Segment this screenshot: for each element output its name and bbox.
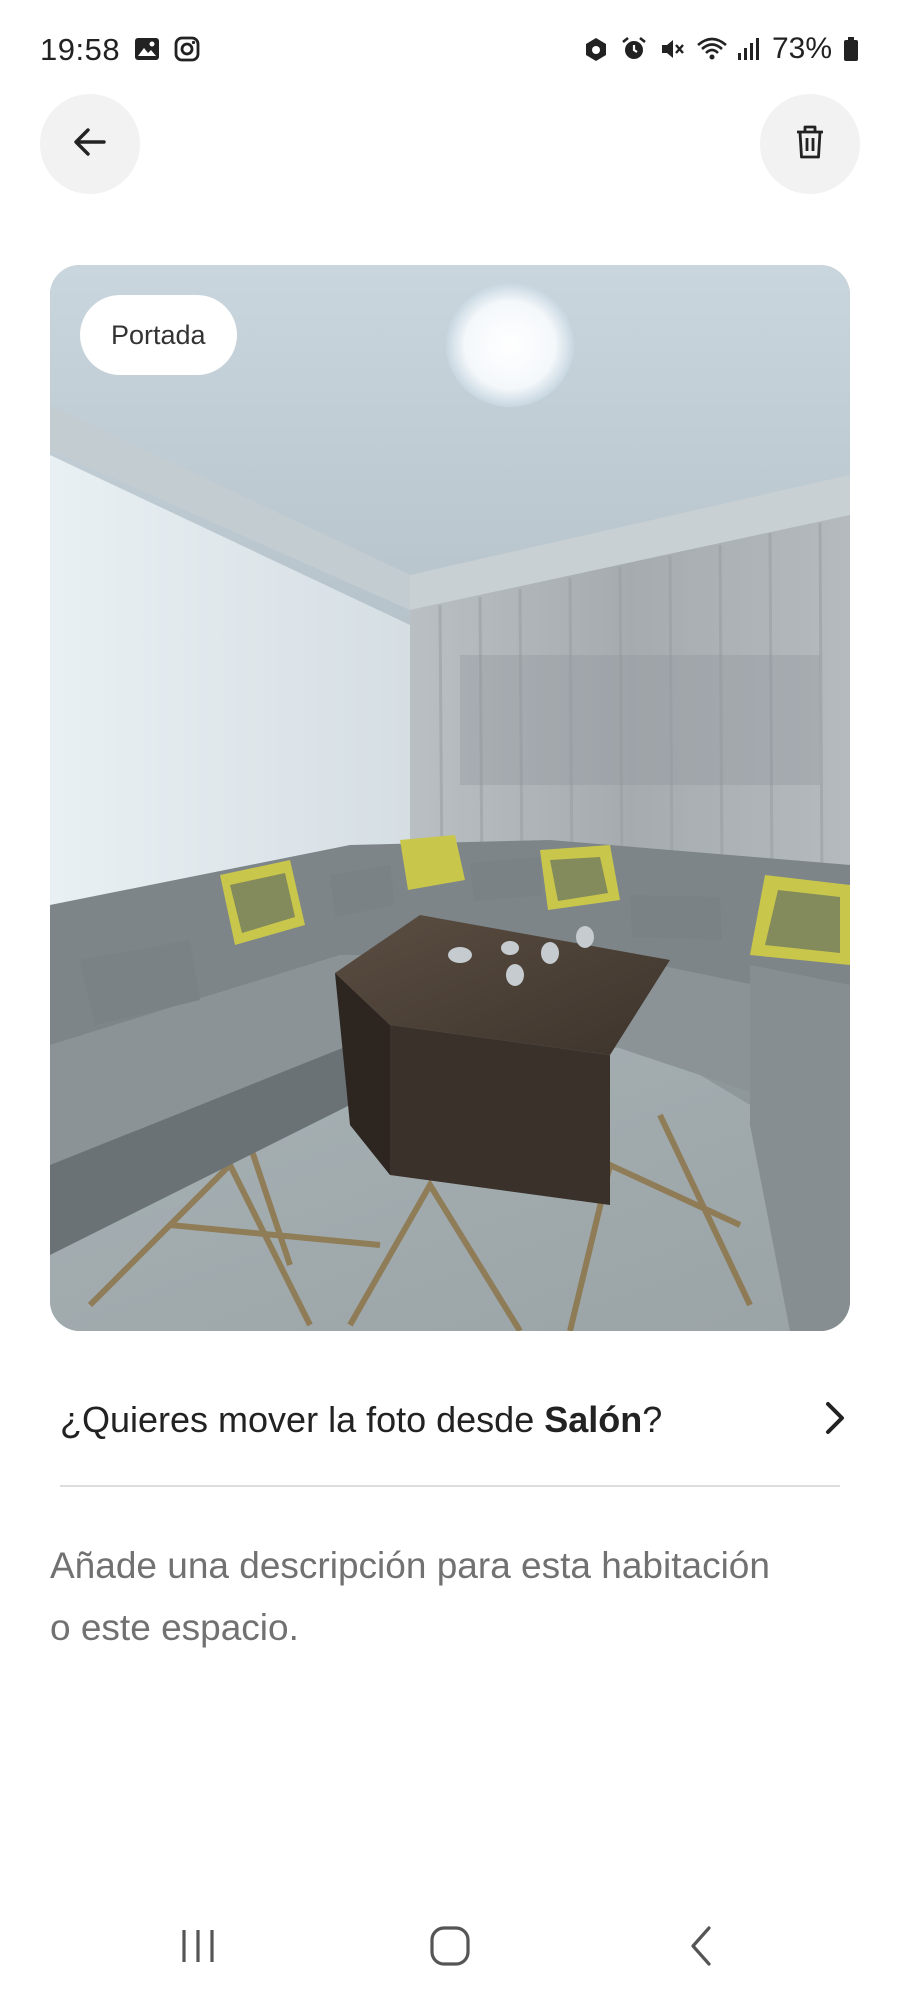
alarm-icon — [620, 35, 648, 63]
signal-icon — [734, 35, 762, 63]
divider — [60, 1485, 840, 1487]
move-photo-room: Salón — [544, 1399, 643, 1440]
status-left-icons — [133, 35, 201, 63]
battery-percent: 73% — [771, 32, 832, 65]
living-room-image — [50, 265, 850, 1331]
status-time: 19:58 — [40, 32, 121, 67]
description-field[interactable]: Añade una descripción para esta habitaci… — [50, 1535, 770, 1659]
trash-icon — [790, 122, 830, 167]
battery-icon — [842, 35, 860, 63]
room-photo[interactable]: Portada — [50, 265, 850, 1331]
move-photo-text: ¿Quieres mover la foto desde Salón? — [60, 1399, 662, 1441]
wifi-icon — [696, 35, 727, 63]
status-bar: 19:58 73% — [0, 0, 900, 100]
nav-back-button[interactable] — [662, 1918, 742, 1978]
move-photo-row[interactable]: ¿Quieres mover la foto desde Salón? — [60, 1380, 850, 1460]
data-saver-icon — [582, 35, 610, 63]
home-icon — [428, 1924, 472, 1973]
move-photo-suffix: ? — [642, 1399, 663, 1440]
system-nav-bar — [0, 1900, 900, 2000]
gallery-icon — [133, 35, 161, 63]
status-right: 73% — [582, 32, 860, 66]
delete-photo-button[interactable] — [760, 94, 860, 194]
instagram-icon — [173, 35, 201, 63]
home-button[interactable] — [410, 1918, 490, 1978]
move-photo-prefix: ¿Quieres mover la foto desde — [60, 1399, 545, 1440]
recents-button[interactable] — [158, 1918, 238, 1978]
recents-icon — [176, 1926, 220, 1971]
back-icon — [687, 1924, 717, 1973]
mute-icon — [658, 35, 686, 63]
back-button[interactable] — [40, 94, 140, 194]
arrow-left-icon — [70, 122, 110, 167]
cover-badge: Portada — [80, 295, 237, 375]
chevron-right-icon — [820, 1398, 850, 1443]
